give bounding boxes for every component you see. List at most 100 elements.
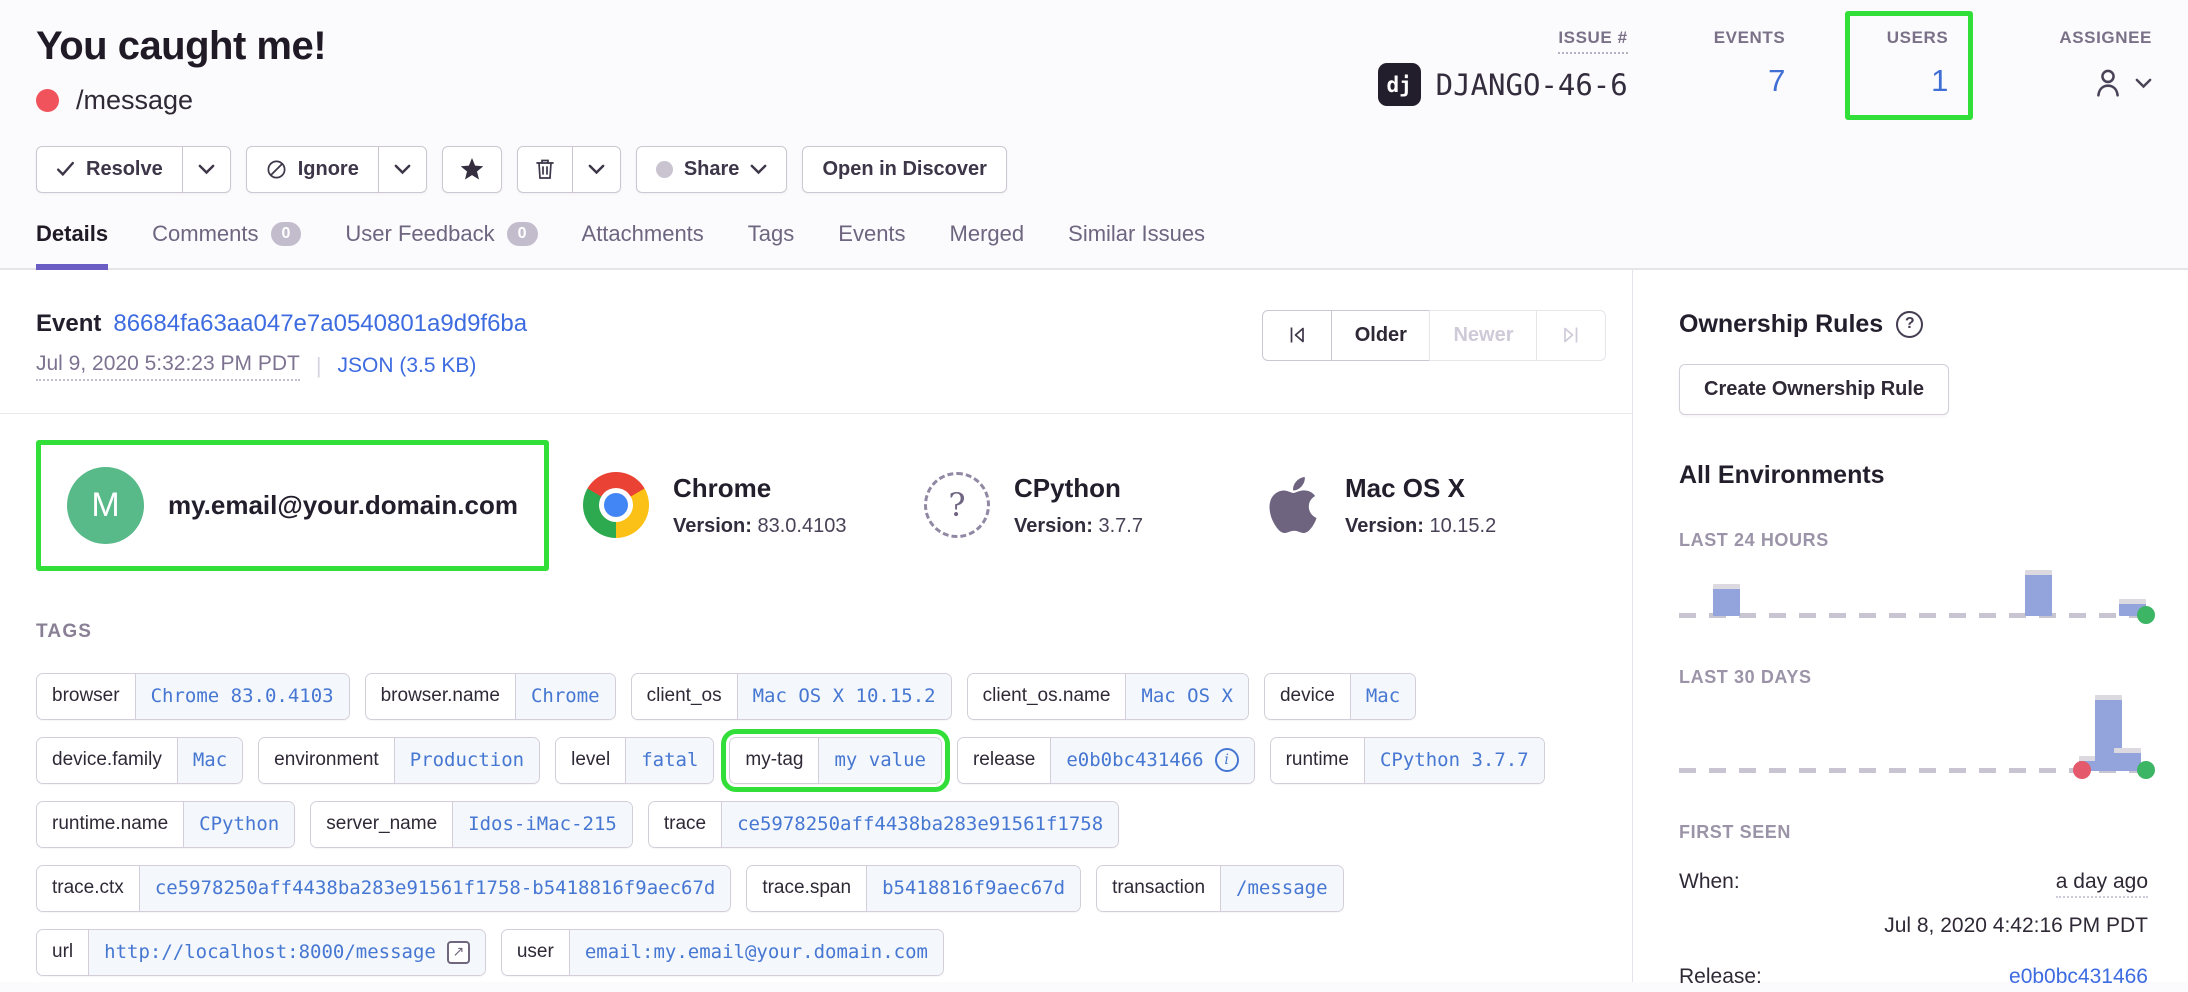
event-id-link[interactable]: 86684fa63aa047e7a0540801a9d9f6ba xyxy=(113,310,527,337)
tag-pill-trace.ctx[interactable]: trace.ctxce5978250aff4438ba283e91561f175… xyxy=(36,865,731,912)
newest-event-button[interactable] xyxy=(1536,310,1606,361)
tag-key: runtime.name xyxy=(37,802,183,847)
tag-pill-device[interactable]: deviceMac xyxy=(1264,673,1416,720)
tag-value[interactable]: my value xyxy=(818,738,941,783)
bookmark-star-button[interactable] xyxy=(442,146,502,193)
tag-value[interactable]: e0b0bc431466i xyxy=(1050,738,1253,783)
tab-comments[interactable]: Comments0 xyxy=(152,221,301,268)
tag-value[interactable]: ce5978250aff4438ba283e91561f1758-b541881… xyxy=(139,866,731,911)
release-label: Release: xyxy=(1679,965,1762,989)
tab-attachments[interactable]: Attachments xyxy=(582,221,704,268)
tag-pill-client_os.name[interactable]: client_os.nameMac OS X xyxy=(967,673,1249,720)
tag-pill-my-tag[interactable]: my-tagmy value xyxy=(729,737,942,784)
os-name: Mac OS X xyxy=(1345,473,1496,504)
resolve-dropdown-button[interactable] xyxy=(183,146,231,193)
external-link-icon[interactable]: ↗ xyxy=(447,941,470,964)
assignee-dropdown[interactable] xyxy=(2090,65,2152,101)
tab-merged[interactable]: Merged xyxy=(950,221,1025,268)
tag-value[interactable]: CPython xyxy=(183,802,294,847)
tag-value[interactable]: Production xyxy=(394,738,539,783)
tag-pill-server_name[interactable]: server_nameIdos-iMac-215 xyxy=(310,801,633,848)
issue-stats: ISSUE # dj DJANGO-46-6 EVENTS 7 USERS 1 … xyxy=(1292,24,2152,120)
tag-value[interactable]: b5418816f9aec67d xyxy=(866,866,1080,911)
tag-pill-release[interactable]: releasee0b0bc431466i xyxy=(957,737,1255,784)
tag-pill-browser[interactable]: browserChrome 83.0.4103 xyxy=(36,673,350,720)
events-count-link[interactable]: 7 xyxy=(1768,63,1785,99)
oldest-event-button[interactable] xyxy=(1262,310,1332,361)
tag-pill-transaction[interactable]: transaction/message xyxy=(1096,865,1343,912)
delete-dropdown-button[interactable] xyxy=(573,146,621,193)
chart-marker-dot xyxy=(2137,606,2155,624)
info-icon[interactable]: i xyxy=(1215,748,1239,772)
chrome-icon xyxy=(583,472,649,538)
issue-short-id[interactable]: DJANGO-46-6 xyxy=(1436,68,1628,102)
tag-value[interactable]: fatal xyxy=(625,738,713,783)
tag-value[interactable]: /message xyxy=(1220,866,1343,911)
tag-value[interactable]: http://localhost:8000/message↗ xyxy=(88,930,485,975)
tab-similar-issues[interactable]: Similar Issues xyxy=(1068,221,1205,268)
tag-value[interactable]: Mac xyxy=(1350,674,1415,719)
chart-marker-dot xyxy=(2073,761,2091,779)
browser-name: Chrome xyxy=(673,473,846,504)
divider xyxy=(0,413,1632,414)
tab-tags[interactable]: Tags xyxy=(748,221,794,268)
tag-value[interactable]: email:my.email@your.domain.com xyxy=(569,930,943,975)
tags-list: browserChrome 83.0.4103 browser.nameChrom… xyxy=(36,673,1608,976)
tag-value[interactable]: Idos-iMac-215 xyxy=(452,802,632,847)
tag-key: my-tag xyxy=(730,738,818,783)
ignore-button[interactable]: Ignore xyxy=(246,146,379,193)
tag-key: trace.span xyxy=(747,866,866,911)
tag-value[interactable]: Chrome 83.0.4103 xyxy=(135,674,349,719)
tag-pill-client_os[interactable]: client_osMac OS X 10.15.2 xyxy=(631,673,952,720)
tag-value[interactable]: CPython 3.7.7 xyxy=(1364,738,1544,783)
tag-value[interactable]: Mac xyxy=(177,738,242,783)
tag-pill-url[interactable]: urlhttp://localhost:8000/message↗ xyxy=(36,929,486,976)
tab-details[interactable]: Details xyxy=(36,221,108,268)
tag-value[interactable]: Mac OS X 10.15.2 xyxy=(737,674,951,719)
person-icon xyxy=(2090,65,2126,101)
tag-value[interactable]: ce5978250aff4438ba283e91561f1758 xyxy=(721,802,1118,847)
chart-bar xyxy=(2025,570,2052,616)
browser-context-card: Chrome Version: 83.0.4103 xyxy=(583,472,924,538)
tag-pill-user[interactable]: useremail:my.email@your.domain.com xyxy=(501,929,944,976)
tag-pill-environment[interactable]: environmentProduction xyxy=(258,737,540,784)
tab-events[interactable]: Events xyxy=(838,221,905,268)
tabs: Details Comments0 User Feedback0 Attachment… xyxy=(0,221,2188,270)
tag-key: device.family xyxy=(37,738,177,783)
tag-pill-trace[interactable]: tracece5978250aff4438ba283e91561f1758 xyxy=(648,801,1119,848)
tag-key: environment xyxy=(259,738,394,783)
user-context-card-highlighted[interactable]: M my.email@your.domain.com xyxy=(36,440,549,571)
star-icon xyxy=(460,158,484,181)
tag-key: client_os.name xyxy=(968,674,1126,719)
tag-value[interactable]: Mac OS X xyxy=(1125,674,1248,719)
browser-version: 83.0.4103 xyxy=(757,515,846,537)
environments-title: All Environments xyxy=(1679,461,2148,490)
tag-pill-trace.span[interactable]: trace.spanb5418816f9aec67d xyxy=(746,865,1081,912)
tag-key: trace.ctx xyxy=(37,866,139,911)
tag-pill-level[interactable]: levelfatal xyxy=(555,737,714,784)
share-button[interactable]: Share xyxy=(636,146,788,193)
help-question-icon[interactable]: ? xyxy=(1896,311,1923,338)
create-ownership-rule-button[interactable]: Create Ownership Rule xyxy=(1679,364,1949,415)
tag-pill-browser.name[interactable]: browser.nameChrome xyxy=(365,673,616,720)
resolve-button[interactable]: Resolve xyxy=(36,146,183,193)
event-date: Jul 9, 2020 5:32:23 PM PDT xyxy=(36,352,300,381)
circle-slash-icon xyxy=(266,159,287,180)
stat-events: EVENTS 7 xyxy=(1714,28,1786,99)
open-in-discover-button[interactable]: Open in Discover xyxy=(802,146,1007,193)
tag-pill-runtime.name[interactable]: runtime.nameCPython xyxy=(36,801,295,848)
users-count-link[interactable]: 1 xyxy=(1931,63,1948,99)
ignore-dropdown-button[interactable] xyxy=(379,146,427,193)
issue-title-block: You caught me! /message xyxy=(36,24,326,116)
tag-value[interactable]: Chrome xyxy=(515,674,615,719)
release-link[interactable]: e0b0bc431466 xyxy=(2009,965,2148,989)
runtime-name: CPython xyxy=(1014,473,1143,504)
tag-pill-runtime[interactable]: runtimeCPython 3.7.7 xyxy=(1270,737,1545,784)
delete-button[interactable] xyxy=(517,146,573,193)
assignee-label: ASSIGNEE xyxy=(2059,28,2152,48)
tab-user-feedback[interactable]: User Feedback0 xyxy=(345,221,537,268)
newer-event-button[interactable]: Newer xyxy=(1429,310,1537,361)
tag-pill-device.family[interactable]: device.familyMac xyxy=(36,737,243,784)
older-event-button[interactable]: Older xyxy=(1331,310,1431,361)
event-json-link[interactable]: JSON (3.5 KB) xyxy=(338,354,477,378)
